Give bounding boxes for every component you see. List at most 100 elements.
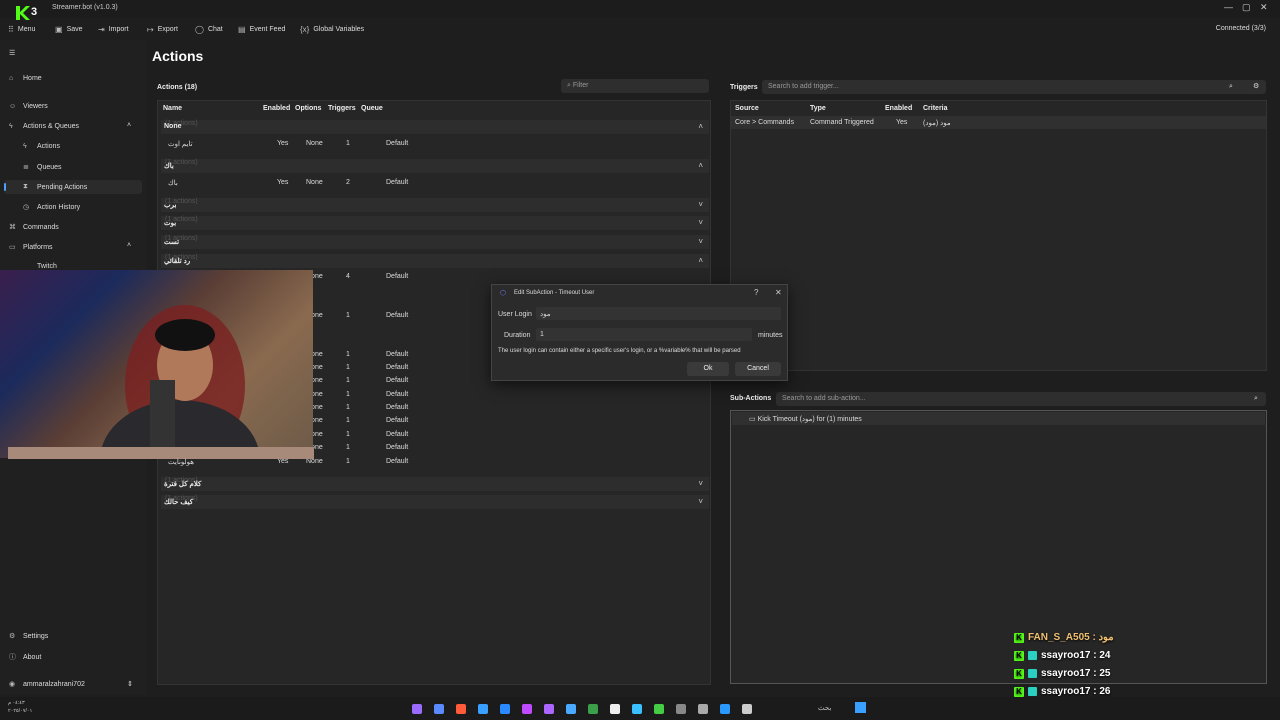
- action-group-header[interactable]: كيف حالك (1 actions) ˅: [161, 495, 709, 509]
- chevron-up-icon[interactable]: ˄: [698, 122, 703, 131]
- chevron-up-icon[interactable]: ˄: [127, 122, 131, 129]
- action-group-header[interactable]: باك (1 actions) ˄: [161, 159, 709, 173]
- taskbar-app-icon[interactable]: [632, 704, 642, 714]
- user-login-input[interactable]: مود: [536, 307, 781, 320]
- column-header-triggers[interactable]: Triggers: [328, 105, 356, 112]
- event-feed-button[interactable]: ▤ Event Feed: [238, 25, 285, 34]
- windows-start-icon[interactable]: [855, 702, 866, 713]
- sidebar-item-platforms[interactable]: ▭ Platforms: [9, 243, 53, 252]
- sidebar-item-commands[interactable]: ⌘ Commands: [9, 223, 59, 232]
- action-name-cell[interactable]: باك: [168, 179, 178, 187]
- chat-button[interactable]: ◯ Chat: [195, 25, 223, 34]
- sidebar-item-viewers[interactable]: ☺ Viewers: [9, 103, 48, 110]
- close-icon[interactable]: ✕: [775, 288, 782, 297]
- action-group-header[interactable]: None (1 actions) ˄: [161, 120, 709, 134]
- chevron-up-icon[interactable]: ˄: [698, 161, 703, 170]
- platforms-icon: ▭: [9, 244, 16, 251]
- connection-status[interactable]: Connected (3/3): [1216, 25, 1266, 32]
- action-group-header[interactable]: برب (1 actions) ˅: [161, 198, 709, 212]
- taskbar-app-icon[interactable]: [478, 704, 488, 714]
- column-header-queue[interactable]: Queue: [361, 105, 383, 112]
- taskbar-app-icon[interactable]: [544, 704, 554, 714]
- triggers-panel-title: Triggers: [730, 84, 758, 91]
- action-queue-cell: Default: [386, 273, 409, 280]
- chevron-down-icon[interactable]: ˅: [698, 237, 703, 246]
- search-icon[interactable]: ⌕: [1254, 395, 1258, 403]
- sidebar-item-queues[interactable]: ≣ Queues: [23, 163, 62, 172]
- trigger-column-source[interactable]: Source: [735, 105, 759, 112]
- global-variables-button[interactable]: {x} Global Variables: [300, 25, 364, 34]
- action-group-header[interactable]: تست (1 actions) ˅: [161, 235, 709, 249]
- taskbar-app-icon[interactable]: [500, 704, 510, 714]
- chat-message: Kssayroo17 : 25: [1014, 668, 1111, 679]
- taskbar-app-icon[interactable]: [456, 704, 466, 714]
- taskbar-app-icon[interactable]: [676, 704, 686, 714]
- taskbar-app-icon[interactable]: [566, 704, 576, 714]
- sidebar-item-action-history[interactable]: ◷ Action History: [23, 203, 80, 212]
- column-header-name[interactable]: Name: [163, 105, 182, 112]
- dialog-hint: The user login can contain either a spec…: [498, 348, 741, 354]
- gear-icon[interactable]: ⚙: [1253, 82, 1259, 90]
- taskbar-app-icon[interactable]: [720, 704, 730, 714]
- sidebar-item-home[interactable]: ⌂ Home: [9, 75, 42, 82]
- actions-filter-input[interactable]: ⌕ Filter: [561, 79, 709, 93]
- column-header-enabled[interactable]: Enabled: [263, 105, 290, 112]
- trigger-search-input[interactable]: Search to add trigger...: [762, 80, 1266, 94]
- chevron-up-icon[interactable]: ˄: [698, 256, 703, 265]
- action-group-header[interactable]: كلام كل فترة (1 actions) ˅: [161, 477, 709, 491]
- action-queue-cell: Default: [386, 391, 409, 398]
- export-button[interactable]: ↦ Export: [147, 25, 178, 34]
- restore-icon[interactable]: ▢: [1242, 2, 1251, 13]
- sidebar-item-pending-actions[interactable]: ⧗ Pending Actions: [23, 183, 87, 191]
- sidebar-item-actions-queues[interactable]: ϟ Actions & Queues: [9, 123, 79, 130]
- chevron-down-icon[interactable]: ˅: [698, 218, 703, 227]
- chevron-down-icon[interactable]: ˅: [698, 200, 703, 209]
- chevron-down-icon[interactable]: ˅: [698, 497, 703, 506]
- user-login-label: User Login: [498, 311, 532, 318]
- duration-input[interactable]: 1: [536, 328, 752, 341]
- search-icon[interactable]: ⌕: [1229, 83, 1233, 91]
- action-queue-cell: Default: [386, 377, 409, 384]
- taskbar-app-icon[interactable]: [522, 704, 532, 714]
- sidebar-item-settings[interactable]: ⚙ Settings: [9, 632, 48, 641]
- sidebar-item-actions[interactable]: ϟ Actions: [23, 143, 60, 150]
- trigger-column-criteria[interactable]: Criteria: [923, 105, 948, 112]
- taskbar-app-icon[interactable]: [412, 704, 422, 714]
- minimize-icon[interactable]: —: [1224, 2, 1233, 12]
- action-name-cell[interactable]: تايم اوت: [168, 140, 193, 148]
- sidebar-collapse-icon[interactable]: ☰: [9, 49, 15, 57]
- save-button[interactable]: ▣ Save: [55, 25, 83, 34]
- sidebar-item-twitch[interactable]: Twitch: [23, 263, 57, 270]
- action-group-header[interactable]: رد تلقائي (1 actions) ˄: [161, 254, 709, 268]
- taskbar-search[interactable]: بحث: [818, 704, 831, 712]
- user-menu-chevron-icon[interactable]: ⇕: [127, 680, 133, 688]
- action-name[interactable]: هولونايت: [168, 458, 194, 466]
- taskbar-app-icon[interactable]: [742, 704, 752, 714]
- close-window-icon[interactable]: ✕: [1260, 2, 1268, 13]
- column-header-options[interactable]: Options: [295, 105, 321, 112]
- trigger-column-type[interactable]: Type: [810, 105, 826, 112]
- action-queue-cell: Default: [386, 444, 409, 451]
- ok-button[interactable]: Ok: [687, 362, 729, 376]
- trigger-column-enabled[interactable]: Enabled: [885, 105, 912, 112]
- help-icon[interactable]: ?: [754, 288, 758, 297]
- menu-button[interactable]: ⠿ Menu: [8, 25, 35, 34]
- chat-message: K FAN_S_A505 : مود: [1014, 632, 1114, 643]
- user-profile[interactable]: ◉ ammaralzahrani702: [9, 680, 85, 689]
- action-group-header[interactable]: بوت (1 actions) ˅: [161, 216, 709, 230]
- action-queue-cell: Default: [386, 312, 409, 319]
- taskbar-app-icon[interactable]: [610, 704, 620, 714]
- cancel-button[interactable]: Cancel: [735, 362, 781, 376]
- taskbar-app-icon[interactable]: [588, 704, 598, 714]
- sidebar-item-about[interactable]: ⓘ About: [9, 652, 41, 662]
- taskbar-app-icon[interactable]: [654, 704, 664, 714]
- import-button[interactable]: ⇥ Import: [98, 25, 129, 34]
- group-name: برب: [164, 202, 177, 209]
- chevron-up-icon[interactable]: ˄: [127, 242, 131, 249]
- group-name: باك: [164, 163, 174, 170]
- chevron-down-icon[interactable]: ˅: [698, 479, 703, 488]
- subaction-search-input[interactable]: Search to add sub-action...: [776, 392, 1266, 406]
- taskbar-app-icon[interactable]: [698, 704, 708, 714]
- taskbar-app-icon[interactable]: [434, 704, 444, 714]
- chat-message-text: ssayroo17 : 24: [1041, 650, 1111, 661]
